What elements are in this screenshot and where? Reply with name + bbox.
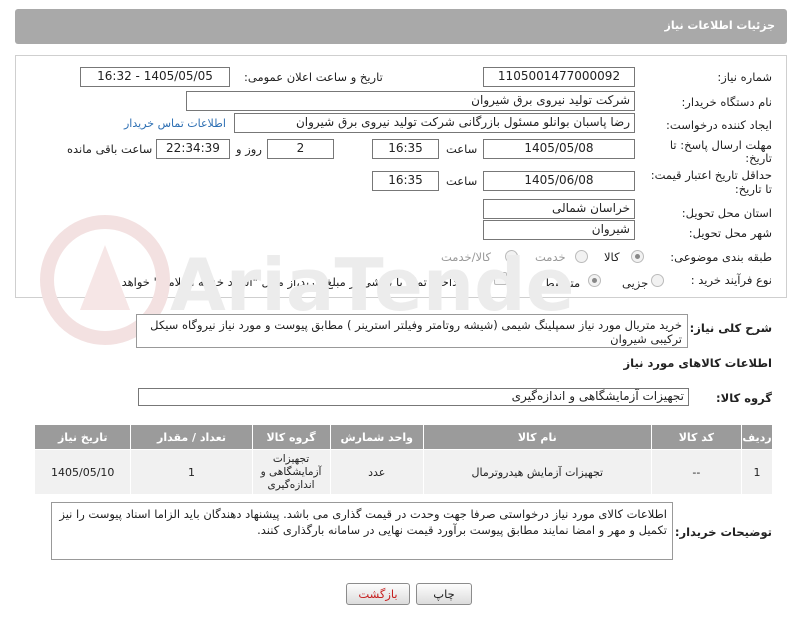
cell-group: تجهیزات آزمایشگاهی و اندازه‌گیری [251,449,331,495]
buyer-contact-link[interactable]: اطلاعات تماس خریدار [124,117,226,130]
buyer-notes-field[interactable]: اطلاعات کالای مورد نیاز درخواستی صرفا جه… [51,502,673,560]
description-label: شرح کلی نیاز: [689,321,772,335]
goods-group-label: گروه کالا: [716,391,772,405]
purchase-option-minor: جزیی [622,276,649,290]
remaining-time-label: ساعت باقی مانده [67,142,153,156]
table-header-code: کد کالا [650,424,743,450]
delivery-city-label: شهر محل تحویل: [688,226,772,240]
category-option-goods: کالا [604,250,620,264]
table-header-row-number: ردیف [741,424,773,450]
reply-deadline-label-line1: مهلت ارسال پاسخ: تا [669,138,772,152]
requester-field[interactable]: رضا پاسبان بوانلو مسئول بازرگانی شرکت تو… [234,113,635,133]
cell-date: 1405/05/10 [33,449,132,495]
window-titlebar: جزئیات اطلاعات نیاز [15,9,787,44]
table-header-unit: واحد شمارش [329,424,424,450]
purchase-option-medium: متوسط [544,276,581,290]
print-button[interactable]: چاپ [416,583,472,605]
reply-days-label: روز و [236,142,262,156]
category-radio-goods[interactable] [631,250,644,263]
price-validity-label-line2: تا تاریخ: [734,182,772,196]
goods-table: ردیف کد کالا نام کالا واحد شمارش گروه کا… [33,424,773,495]
table-header-qty: تعداد / مقدار [130,424,253,450]
purchase-type-label: نوع فرآیند خرید : [690,273,772,287]
price-validity-label-line1: حداقل تاریخ اعتبار قیمت: [650,168,772,182]
reply-deadline-date-field[interactable]: 1405/05/08 [483,139,635,159]
delivery-city-field[interactable]: شیروان [483,220,635,240]
purchase-radio-medium[interactable] [588,274,601,287]
table-header-date: تاریخ نیاز [33,424,132,450]
cell-row-number: 1 [741,449,773,495]
back-button[interactable]: بازگشت [346,583,410,605]
goods-section-title: اطلاعات کالاهای مورد نیاز [623,356,772,370]
price-validity-time-field[interactable]: 16:35 [372,171,439,191]
announce-datetime-label: تاریخ و ساعت اعلان عمومی: [244,70,383,84]
cell-name: تجهیزات آزمایش هیدروترمال [422,449,652,495]
delivery-province-label: استان محل تحویل: [681,206,772,220]
table-header-name: نام کالا [422,424,652,450]
reply-days-field[interactable]: 2 [267,139,334,159]
goods-group-field[interactable]: تجهیزات آزمایشگاهی و اندازه‌گیری [138,388,689,406]
delivery-province-field[interactable]: خراسان شمالی [483,199,635,219]
table-header-group: گروه کالا [251,424,331,450]
price-validity-date-field[interactable]: 1405/06/08 [483,171,635,191]
reply-deadline-label-line2: تاریخ: [745,151,772,165]
category-option-goods-service: کالا/خدمت [441,250,492,264]
category-radio-goods-service[interactable] [505,250,518,263]
table-row: 1 -- تجهیزات آزمایش هیدروترمال عدد تجهیز… [33,449,773,495]
price-validity-time-label: ساعت [446,174,478,188]
buyer-org-label: نام دستگاه خریدار: [681,95,772,109]
need-number-field[interactable]: 1105001477000092 [483,67,635,87]
reply-deadline-time-field[interactable]: 16:35 [372,139,439,159]
announce-datetime-field[interactable]: 1405/05/05 - 16:32 [80,67,230,87]
cell-code: -- [650,449,743,495]
treasury-payment-checkbox[interactable] [494,272,507,285]
treasury-payment-note: پرداخت تمام یا بخشی از مبلغ خرید،از محل … [100,275,467,289]
description-field[interactable]: خرید متریال مورد نیاز سمپلینگ شیمی (شیشه… [136,314,688,348]
purchase-radio-minor[interactable] [651,274,664,287]
requester-label: ایجاد کننده درخواست: [666,118,772,132]
category-radio-service[interactable] [575,250,588,263]
buyer-notes-label: توضیحات خریدار: [674,525,772,539]
remaining-time-field[interactable]: 22:34:39 [156,139,230,159]
need-number-label: شماره نیاز: [717,70,772,84]
cell-qty: 1 [130,449,253,495]
category-option-service: خدمت [535,250,566,264]
page-frame: جزئیات اطلاعات نیاز شماره نیاز: 11050014… [0,0,788,619]
cell-unit: عدد [329,449,424,495]
category-label: طبقه بندی موضوعی: [670,250,772,264]
window-title: جزئیات اطلاعات نیاز [664,19,776,32]
buyer-org-field[interactable]: شرکت تولید نیروی برق شیروان [186,91,635,111]
reply-deadline-time-label: ساعت [446,142,478,156]
